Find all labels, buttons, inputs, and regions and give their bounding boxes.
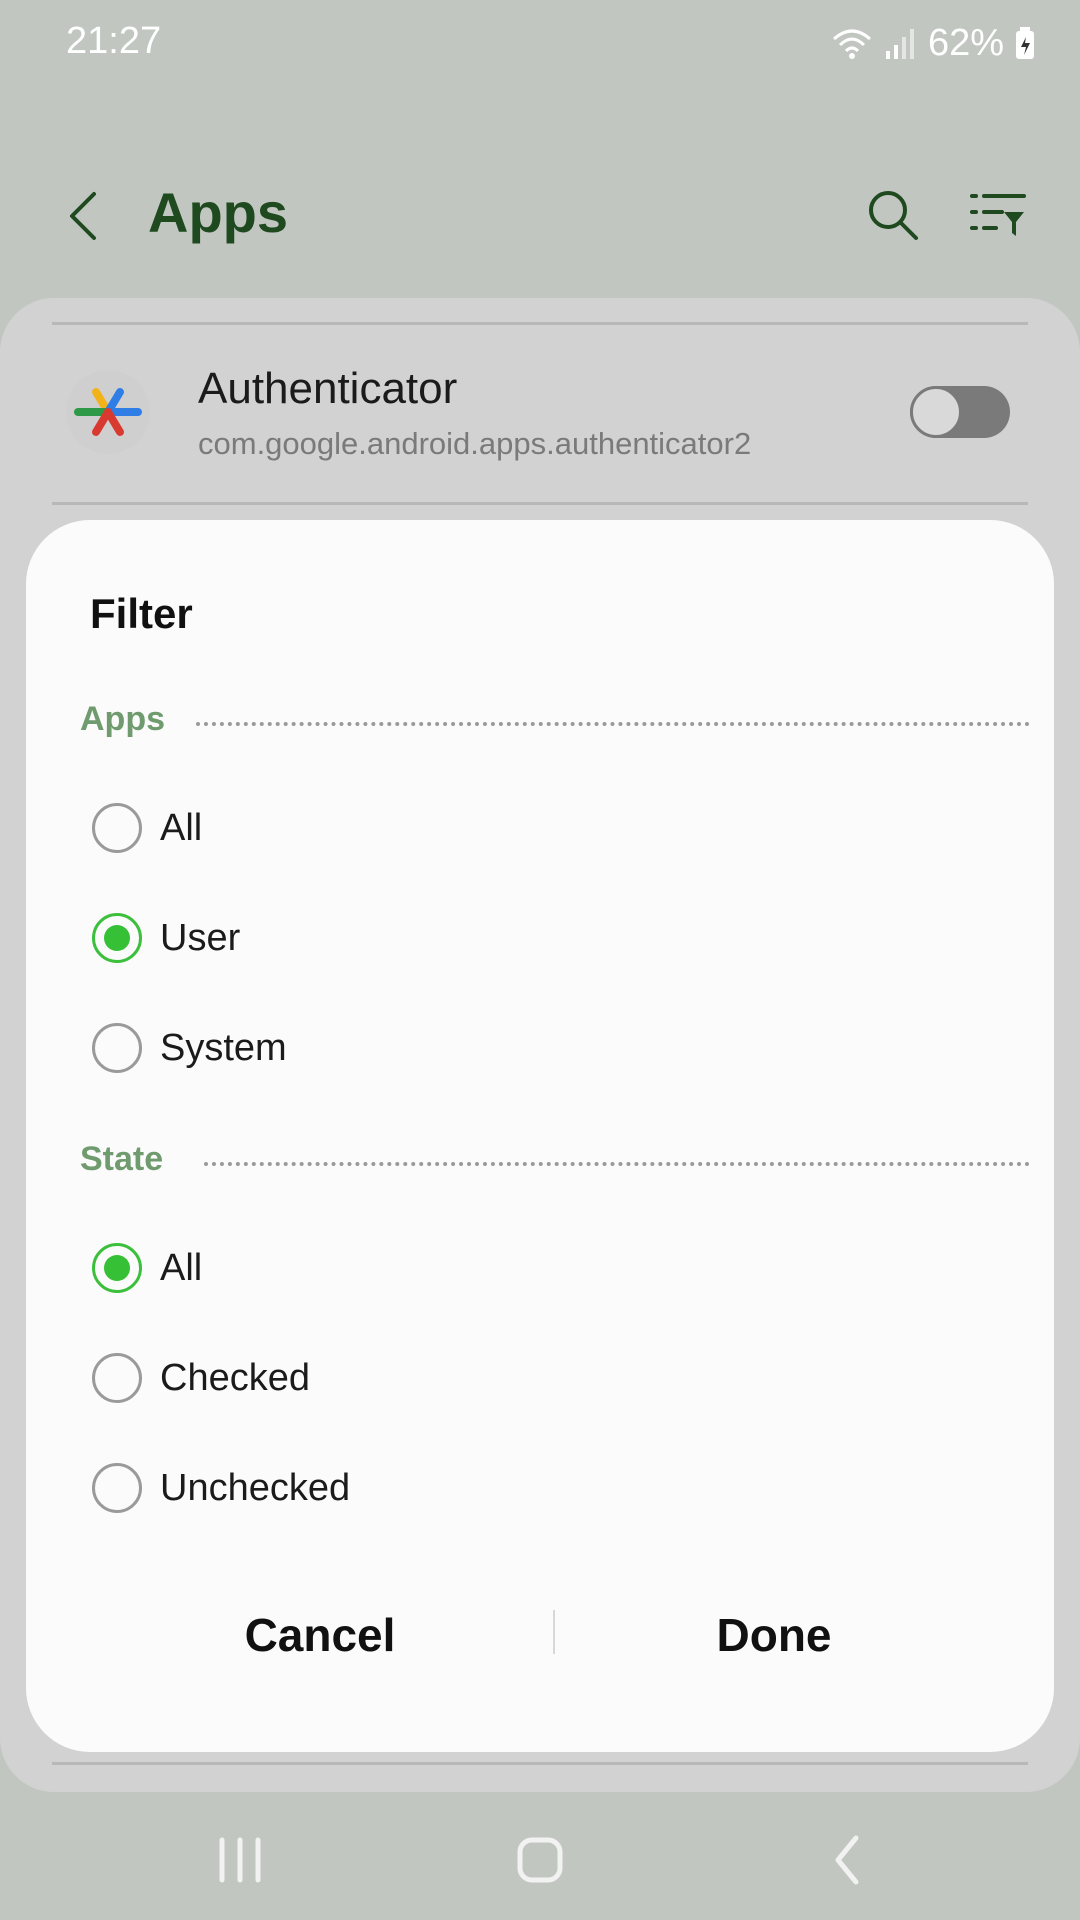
- page-title: Apps: [148, 181, 288, 244]
- filter-button[interactable]: [966, 184, 1030, 248]
- radio-label: All: [160, 1246, 203, 1289]
- recents-icon: [219, 1837, 261, 1883]
- dialog-title: Filter: [90, 590, 193, 637]
- back-button[interactable]: [56, 186, 116, 246]
- radio-option-apps-system[interactable]: System: [92, 998, 992, 1098]
- navigation-bar: [0, 1800, 1080, 1920]
- status-time: 21:27: [66, 20, 162, 62]
- home-icon: [517, 1837, 563, 1883]
- section-header-apps: Apps: [80, 690, 1030, 750]
- app-package: com.google.android.apps.authenticator2: [198, 426, 752, 461]
- chevron-left-icon: [70, 192, 96, 240]
- status-icons: 62%: [830, 18, 1036, 68]
- radio-option-state-all[interactable]: All: [92, 1218, 992, 1318]
- radio-option-state-checked[interactable]: Checked: [92, 1328, 992, 1428]
- status-bar: 21:27 62%: [0, 0, 1080, 90]
- signal-icon: [885, 29, 914, 59]
- radio-button[interactable]: [92, 913, 142, 963]
- cancel-button[interactable]: Cancel: [90, 1580, 550, 1690]
- filter-dialog: Filter Apps All User System State All Ch…: [26, 520, 1054, 1752]
- radio-button[interactable]: [92, 803, 142, 853]
- radio-label: System: [160, 1026, 287, 1069]
- radio-button[interactable]: [92, 1023, 142, 1073]
- home-button[interactable]: [500, 1828, 580, 1892]
- app-name: Authenticator: [198, 364, 458, 413]
- radio-label: All: [160, 806, 203, 849]
- battery-percent: 62%: [927, 21, 1004, 64]
- radio-option-apps-user[interactable]: User: [92, 888, 992, 988]
- app-bar: Apps: [0, 150, 1080, 280]
- nav-back-button[interactable]: [806, 1828, 886, 1892]
- section-divider: [204, 1162, 1030, 1166]
- section-label: Apps: [80, 700, 165, 738]
- toggle-knob: [910, 386, 962, 438]
- app-list-item[interactable]: Authenticator com.google.android.apps.au…: [0, 330, 1080, 500]
- section-divider: [196, 722, 1030, 726]
- radio-label: Checked: [160, 1356, 310, 1399]
- app-toggle[interactable]: [910, 386, 1010, 438]
- divider: [52, 322, 1028, 325]
- done-button[interactable]: Done: [544, 1580, 1004, 1690]
- back-icon: [835, 1835, 859, 1885]
- recents-button[interactable]: [200, 1828, 280, 1892]
- search-button[interactable]: [862, 184, 926, 248]
- radio-option-state-unchecked[interactable]: Unchecked: [92, 1438, 992, 1538]
- filter-icon: [970, 194, 1026, 236]
- dialog-buttons: Cancel Done: [26, 1580, 1054, 1690]
- battery-icon: [1016, 27, 1034, 59]
- wifi-icon: [832, 29, 871, 59]
- radio-label: User: [160, 916, 241, 959]
- section-label: State: [80, 1140, 164, 1178]
- divider: [52, 502, 1028, 505]
- authenticator-app-icon: [66, 370, 150, 454]
- search-icon: [869, 191, 918, 240]
- radio-label: Unchecked: [160, 1466, 351, 1509]
- radio-button[interactable]: [92, 1243, 142, 1293]
- section-header-state: State: [80, 1130, 1030, 1190]
- radio-button[interactable]: [92, 1353, 142, 1403]
- radio-button[interactable]: [92, 1463, 142, 1513]
- radio-option-apps-all[interactable]: All: [92, 778, 992, 878]
- divider: [52, 1762, 1028, 1765]
